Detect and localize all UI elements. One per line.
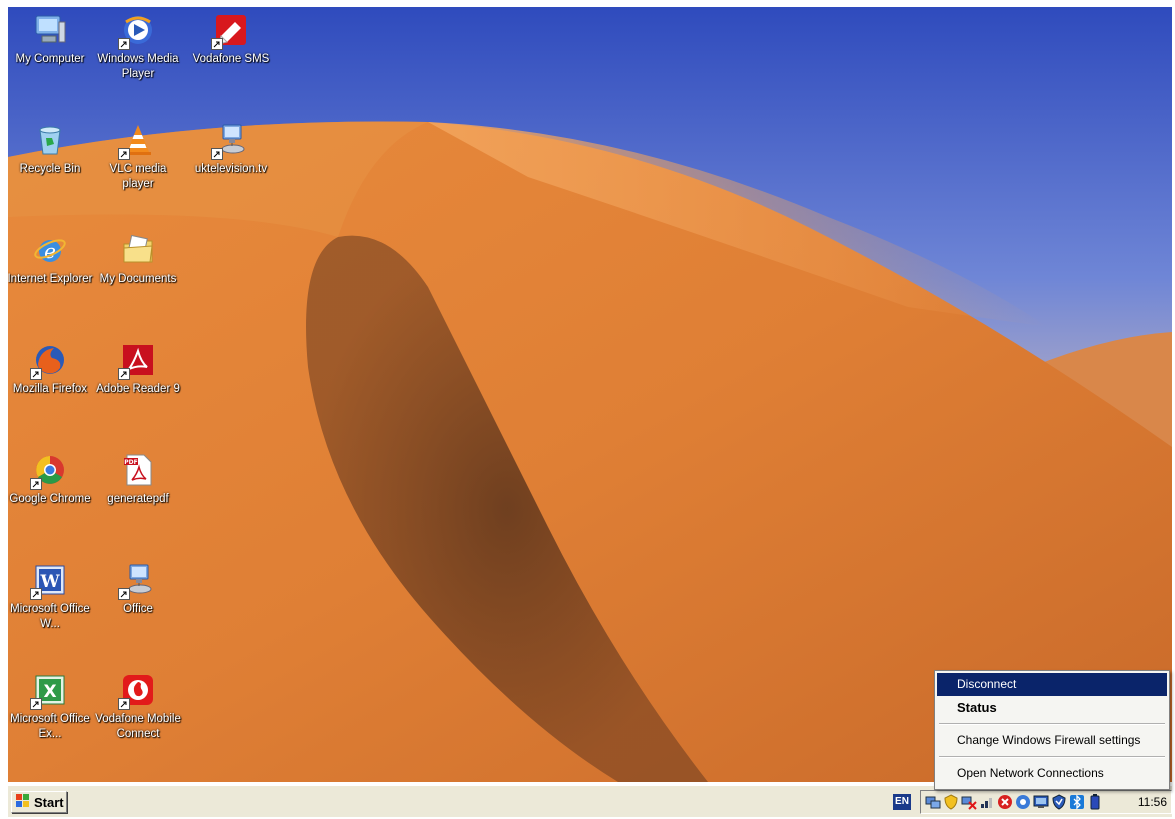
start-button[interactable]: Start (11, 791, 67, 813)
desktop-icon-office[interactable]: Office (93, 562, 183, 617)
desktop-icon-label: Mozilla Firefox (12, 383, 88, 395)
desktop-icon-label: VLC media player (109, 163, 167, 190)
desktop-icon-adobe-reader[interactable]: Adobe Reader 9 (93, 342, 183, 397)
windows-media-player-icon (118, 12, 156, 50)
vlc-icon (118, 122, 156, 160)
network-disconnected-icon[interactable] (961, 794, 977, 810)
recycle-bin-icon (32, 122, 68, 158)
menu-item-disconnect[interactable]: Disconnect (937, 673, 1167, 696)
desktop[interactable]: My Computer Recycle Bin e Internet Explo… (8, 7, 1172, 782)
shortcut-arrow-icon (30, 588, 42, 600)
desktop-icon-label: Adobe Reader 9 (96, 383, 180, 395)
word-icon: W (30, 562, 68, 600)
desktop-icon-label: uktelevision.tv (194, 163, 268, 175)
vodafone-icon (118, 672, 156, 710)
shortcut-arrow-icon (211, 148, 223, 160)
desktop-icon-microsoft-office-word[interactable]: W Microsoft Office W... (8, 562, 95, 632)
desktop-icon-vodafone-sms[interactable]: Vodafone SMS (186, 12, 276, 67)
security-shield-icon[interactable] (943, 794, 959, 810)
desktop-icon-my-documents[interactable]: My Documents (93, 232, 183, 287)
system-tray: 11:56 (920, 790, 1172, 814)
shortcut-arrow-icon (118, 148, 130, 160)
desktop-icon-label: My Documents (99, 273, 177, 285)
shortcut-arrow-icon (118, 588, 130, 600)
start-label: Start (34, 794, 64, 810)
signal-icon[interactable] (979, 794, 995, 810)
bluetooth-icon[interactable] (1069, 794, 1085, 810)
svg-text:PDF: PDF (124, 459, 137, 466)
desktop-icon-label: generatepdf (107, 493, 169, 505)
desktop-icon-label: Internet Explorer (8, 273, 93, 285)
firefox-icon (30, 342, 68, 380)
my-documents-icon (120, 232, 156, 268)
menu-separator (939, 756, 1165, 758)
desktop-icon-vlc-media-player[interactable]: VLC media player (93, 122, 183, 192)
network-context-menu: Disconnect Status Change Windows Firewal… (934, 670, 1170, 790)
shortcut-arrow-icon (30, 698, 42, 710)
language-indicator[interactable]: EN (893, 794, 911, 810)
desktop-icon-label: My Computer (15, 53, 85, 65)
network-computer-icon (118, 562, 156, 600)
network-computer-icon (211, 122, 249, 160)
shortcut-arrow-icon (30, 478, 42, 490)
desktop-icon-label: Vodafone Mobile Connect (95, 713, 181, 740)
desktop-icon-label: Recycle Bin (19, 163, 81, 175)
menu-separator (939, 723, 1165, 725)
desktop-icon-label: Vodafone SMS (192, 53, 270, 65)
desktop-icon-label: Office (123, 603, 153, 615)
antivirus-icon[interactable] (997, 794, 1013, 810)
desktop-icon-label: Microsoft Office W... (10, 603, 90, 630)
display-icon[interactable] (1033, 794, 1049, 810)
desktop-icon-vodafone-mobile-connect[interactable]: Vodafone Mobile Connect (93, 672, 183, 742)
adobe-reader-icon (118, 342, 156, 380)
desktop-icon-generatepdf[interactable]: PDF generatepdf (93, 452, 183, 507)
pdf-file-icon: PDF (120, 452, 156, 488)
menu-item-change-firewall-settings[interactable]: Change Windows Firewall settings (937, 729, 1167, 752)
shortcut-arrow-icon (118, 698, 130, 710)
desktop-icon-my-computer[interactable]: My Computer (8, 12, 95, 67)
clock[interactable]: 11:56 (1138, 795, 1167, 809)
chrome-icon (30, 452, 68, 490)
network-connection-icon[interactable] (925, 794, 941, 810)
desktop-icon-uktelevision[interactable]: uktelevision.tv (186, 122, 276, 177)
menu-item-status[interactable]: Status (937, 696, 1167, 719)
desktop-icon-windows-media-player[interactable]: Windows Media Player (93, 12, 183, 82)
update-icon[interactable] (1015, 794, 1031, 810)
vodafone-sms-icon (211, 12, 249, 50)
desktop-icon-microsoft-office-excel[interactable]: X Microsoft Office Ex... (8, 672, 95, 742)
menu-item-open-network-connections[interactable]: Open Network Connections (937, 762, 1167, 785)
shortcut-arrow-icon (30, 368, 42, 380)
shortcut-arrow-icon (118, 38, 130, 50)
svg-text:W: W (39, 572, 60, 592)
desktop-icon-label: Google Chrome (9, 493, 91, 505)
shortcut-arrow-icon (118, 368, 130, 380)
desktop-icon-google-chrome[interactable]: Google Chrome (8, 452, 95, 507)
desktop-icon-internet-explorer[interactable]: e Internet Explorer (8, 232, 95, 287)
desktop-icon-recycle-bin[interactable]: Recycle Bin (8, 122, 95, 177)
battery-icon[interactable] (1087, 794, 1103, 810)
my-computer-icon (32, 12, 68, 48)
desktop-icon-label: Microsoft Office Ex... (10, 713, 90, 740)
desktop-icon-label: Windows Media Player (97, 53, 179, 80)
shield-icon[interactable] (1051, 794, 1067, 810)
svg-text:X: X (43, 682, 56, 702)
shortcut-arrow-icon (211, 38, 223, 50)
desktop-icon-mozilla-firefox[interactable]: Mozilla Firefox (8, 342, 95, 397)
excel-icon: X (30, 672, 68, 710)
internet-explorer-icon: e (32, 232, 68, 268)
windows-logo-icon (15, 793, 31, 812)
